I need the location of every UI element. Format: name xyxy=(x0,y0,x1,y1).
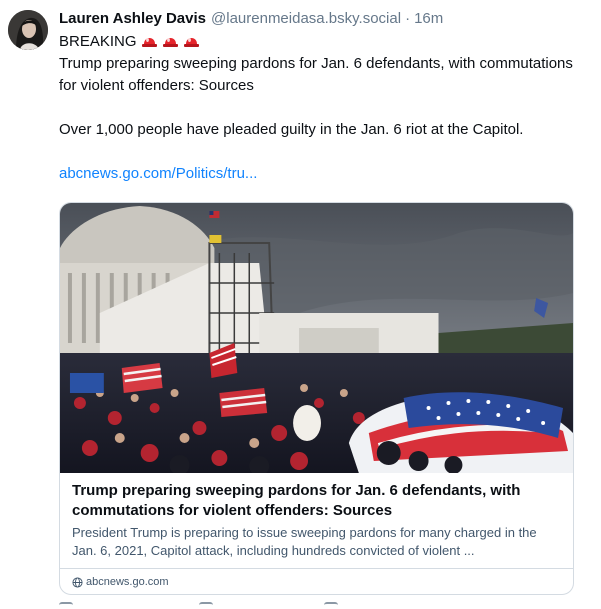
police-car-light-icon xyxy=(183,32,200,47)
globe-icon xyxy=(72,576,83,588)
post[interactable]: Lauren Ashley Davis @laurenmeidasa.bsky.… xyxy=(0,0,601,609)
post-text: BREAKING Trump preparing sweeping pardon… xyxy=(59,31,575,185)
post-paragraph-2: Over 1,000 people have pleaded guilty in… xyxy=(59,121,524,138)
card-title[interactable]: Trump preparing sweeping pardons for Jan… xyxy=(72,481,561,521)
author-handle[interactable]: @laurenmeidasa.bsky.social xyxy=(211,8,401,30)
card-domain: abcnews.go.com xyxy=(86,576,169,588)
police-car-light-icon xyxy=(141,32,158,47)
police-car-light-icon xyxy=(162,32,179,47)
post-link[interactable]: abcnews.go.com/Politics/tru... xyxy=(59,163,575,185)
reply-icon[interactable] xyxy=(59,602,73,609)
card-image xyxy=(60,203,573,473)
repost-icon[interactable] xyxy=(199,602,213,609)
post-timestamp[interactable]: 16m xyxy=(414,8,443,30)
avatar[interactable] xyxy=(8,10,48,50)
post-header: Lauren Ashley Davis @laurenmeidasa.bsky.… xyxy=(59,8,575,30)
post-actions xyxy=(59,602,579,609)
breaking-label: BREAKING xyxy=(59,33,137,50)
card-domain-row: abcnews.go.com xyxy=(60,569,573,594)
breaking-line: BREAKING xyxy=(59,31,575,53)
post-paragraph-1: Trump preparing sweeping pardons for Jan… xyxy=(59,55,573,94)
link-preview-card[interactable]: Trump preparing sweeping pardons for Jan… xyxy=(59,202,574,595)
like-icon[interactable] xyxy=(324,602,338,609)
card-description: President Trump is preparing to issue sw… xyxy=(72,525,537,558)
separator-dot: · xyxy=(405,10,411,27)
author-display-name[interactable]: Lauren Ashley Davis xyxy=(59,8,206,30)
